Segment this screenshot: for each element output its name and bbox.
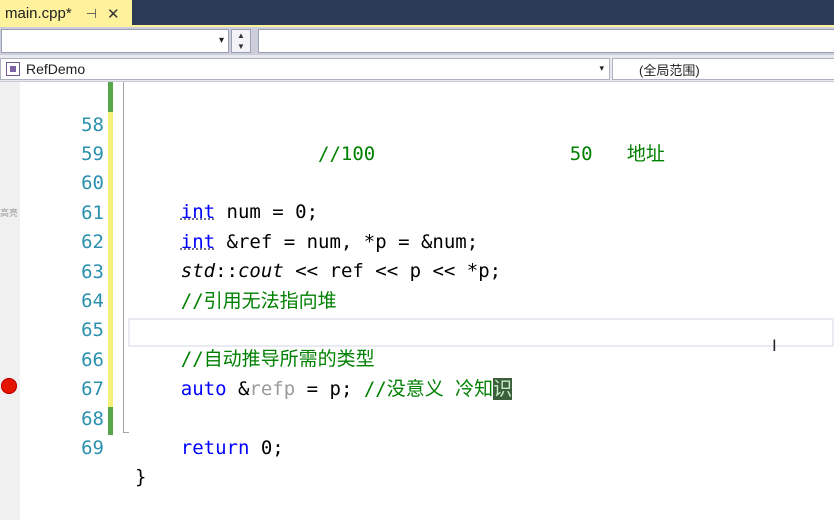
chevron-down-icon[interactable]: ▾ <box>219 35 224 46</box>
keyword: return <box>180 437 250 459</box>
code-line-60: 60 int num = 0; <box>0 140 834 223</box>
spin-control[interactable]: ▲ ▼ <box>231 29 251 53</box>
code-line-59: 59 <box>0 111 834 165</box>
ibeam-cursor-icon: I <box>772 336 777 355</box>
code-line-63: 63 //引用无法指向堆 <box>0 229 834 312</box>
tab-strip: main.cpp* ⊣ ✕ <box>0 0 834 27</box>
code-line-69: 69 } <box>0 405 834 488</box>
chevron-down-icon[interactable]: ▾ <box>599 63 604 74</box>
scope-label: (全局范围) <box>639 62 700 78</box>
code-line-61: 61 int &ref = num, *p = &num; <box>0 170 834 253</box>
code-line-62: 62 std::cout << ref << p << *p; <box>0 199 834 282</box>
scope-dropdown[interactable]: (全局范围) <box>612 58 834 80</box>
code-line-67: 67 <box>0 346 834 400</box>
line-number: 69 <box>81 437 104 459</box>
spin-up-icon[interactable]: ▲ <box>232 30 250 41</box>
code-line-65: 65 //自动推导所需的类型 <box>0 287 834 370</box>
code-text[interactable]: return 0; <box>135 434 284 463</box>
tab-title: main.cpp* <box>5 5 72 22</box>
code-text[interactable]: } <box>135 463 146 492</box>
member-combo[interactable] <box>258 29 834 53</box>
code-line-64: 64 <box>0 258 834 312</box>
pin-icon[interactable]: ⊣ <box>86 6 97 22</box>
class-name: RefDemo <box>26 61 86 77</box>
code-line-66: 66 auto &refp = p; //没意义 冷知识 <box>0 317 834 400</box>
spin-down-icon[interactable]: ▼ <box>232 41 250 52</box>
project-combo[interactable]: ▾ <box>1 29 229 53</box>
navigation-bar: RefDemo ▾ (全局范围) <box>0 55 834 82</box>
code-line-58: 58 //100 50 地址 <box>0 82 834 165</box>
class-dropdown[interactable]: RefDemo ▾ <box>0 58 610 80</box>
code-editor[interactable]: 高亮 58 //100 50 地址 59 60 int num = 0; 61 … <box>0 82 834 520</box>
code-line-68: 68 return 0; <box>0 376 834 459</box>
tab-main-cpp[interactable]: main.cpp* ⊣ ✕ <box>0 0 132 27</box>
close-icon[interactable]: ✕ <box>107 5 120 23</box>
combo-row: ▾ ▲ ▼ <box>0 27 834 55</box>
class-icon <box>6 62 20 76</box>
